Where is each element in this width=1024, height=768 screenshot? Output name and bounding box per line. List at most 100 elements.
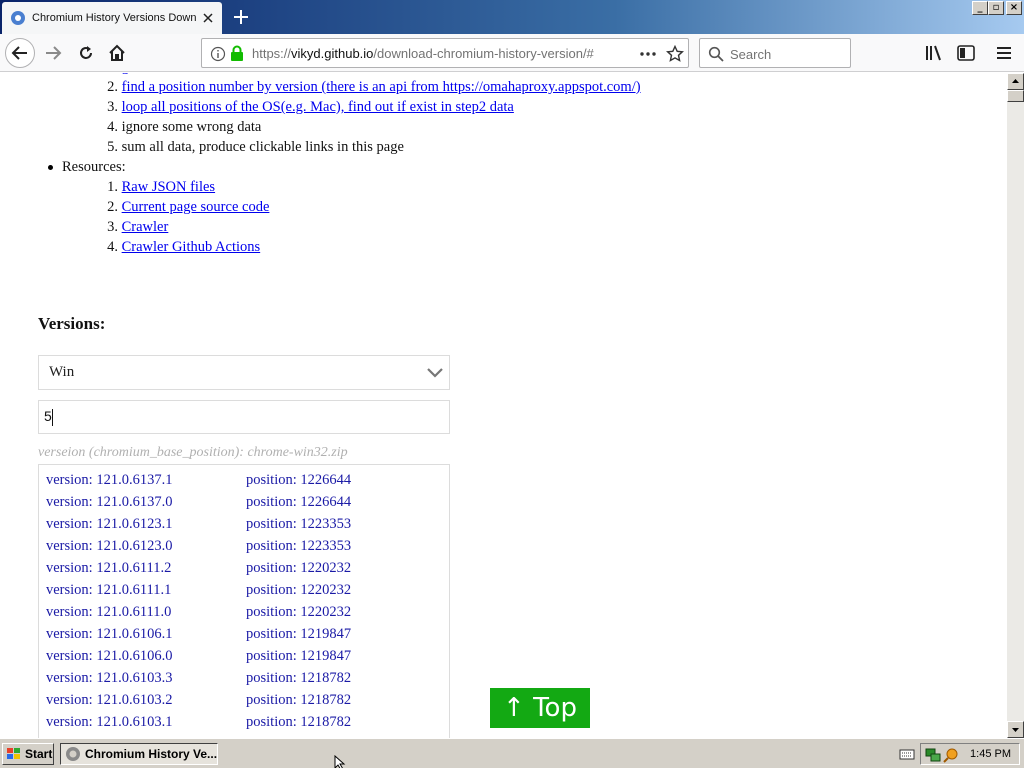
resource-link[interactable]: Raw JSON files (122, 179, 215, 195)
result-row[interactable]: version: 121.0.6123.1 position: 1223353 (39, 516, 449, 538)
page-favicon-icon (11, 11, 25, 25)
resource-link[interactable]: Current page source code (122, 199, 270, 215)
close-window-button[interactable]: × (1006, 1, 1022, 15)
search-box[interactable] (699, 38, 851, 68)
os-select[interactable]: Win (38, 355, 450, 390)
result-version[interactable]: version: 121.0.6103.1 (46, 714, 172, 731)
resource-number: 1. (107, 179, 118, 195)
version-search-input[interactable]: 5 (38, 400, 450, 434)
result-version[interactable]: version: 121.0.6111.2 (46, 560, 171, 577)
result-position[interactable]: position: 1226644 (246, 494, 351, 511)
scroll-down-button[interactable] (1007, 721, 1024, 738)
resource-number: 3. (107, 219, 118, 235)
scrollbar-thumb[interactable] (1007, 90, 1024, 102)
result-position[interactable]: position: 1223353 (246, 538, 351, 555)
taskbar: Start Chromium History Ve... 1:45 PM (0, 738, 1024, 768)
sidebar-icon[interactable] (957, 45, 975, 61)
address-bar[interactable]: https://vikyd.github.io/download-chromiu… (201, 38, 689, 68)
back-arrow-icon (11, 46, 27, 60)
result-version[interactable]: version: 121.0.6137.0 (46, 494, 172, 511)
info-icon[interactable] (210, 46, 226, 62)
resource-number: 4. (107, 239, 118, 255)
resource-item: 4. Crawler Github Actions (102, 237, 641, 257)
network-icon[interactable] (925, 747, 941, 763)
step-item: 5. sum all data, produce clickable links… (102, 137, 641, 157)
step-number: 2. (107, 79, 118, 95)
result-version[interactable]: version: 121.0.6106.0 (46, 648, 172, 665)
resource-item: 1. Raw JSON files (102, 177, 641, 197)
result-row[interactable]: version: 121.0.6103.3 position: 1218782 (39, 670, 449, 692)
scroll-up-button[interactable] (1007, 73, 1024, 90)
security-shield-icon[interactable] (943, 747, 959, 763)
result-version[interactable]: version: 121.0.6111.0 (46, 604, 171, 621)
start-label: Start (25, 747, 53, 761)
restore-window-button[interactable]: ▫ (988, 1, 1004, 15)
result-version[interactable]: version: 121.0.6123.1 (46, 516, 172, 533)
result-position[interactable]: position: 1218782 (246, 714, 351, 731)
result-position[interactable]: position: 1223353 (246, 516, 351, 533)
vertical-scrollbar[interactable] (1007, 73, 1024, 738)
result-version[interactable]: version: 121.0.6106.1 (46, 626, 172, 643)
windows-logo-icon (7, 748, 20, 759)
info-list: 1. get all versions 2. find a position nu… (48, 73, 641, 257)
scroll-down-arrow-icon (1012, 728, 1019, 732)
result-row[interactable]: version: 121.0.6103.1 position: 1218782 (39, 714, 449, 736)
new-tab-icon[interactable] (229, 5, 253, 29)
home-icon (109, 44, 125, 61)
result-version[interactable]: version: 121.0.6103.2 (46, 692, 172, 709)
url-path: /download-chromium-history-version/# (373, 46, 594, 61)
result-version[interactable]: version: 121.0.6103.3 (46, 670, 172, 687)
result-row[interactable]: version: 121.0.6123.0 position: 1223353 (39, 538, 449, 560)
step-item: 4. ignore some wrong data (102, 117, 641, 137)
result-position[interactable]: position: 1220232 (246, 560, 351, 577)
title-bar: Chromium History Versions Downlo _ ▫ × (0, 0, 1024, 34)
result-version[interactable]: version: 121.0.6123.0 (46, 538, 172, 555)
clock: 1:45 PM (970, 748, 1011, 760)
result-row[interactable]: version: 121.0.6137.0 position: 1226644 (39, 494, 449, 516)
result-position[interactable]: position: 1220232 (246, 604, 351, 621)
result-position[interactable]: position: 1219847 (246, 626, 351, 643)
back-to-top-button[interactable]: ↑ Top (490, 688, 590, 728)
resource-link[interactable]: Crawler (122, 219, 169, 235)
result-position[interactable]: position: 1219847 (246, 648, 351, 665)
bookmark-star-icon[interactable] (666, 45, 684, 63)
resources-item: Resources: 1. Raw JSON files 2. Current p… (48, 157, 641, 257)
result-version[interactable]: version: 121.0.6111.1 (46, 582, 171, 599)
resource-link[interactable]: Crawler Github Actions (122, 239, 261, 255)
scroll-up-arrow-icon (1012, 79, 1019, 83)
library-icon[interactable] (925, 45, 943, 61)
minimize-window-button[interactable]: _ (972, 1, 988, 15)
resource-item: 2. Current page source code (102, 197, 641, 217)
browser-tab[interactable]: Chromium History Versions Downlo (2, 2, 222, 34)
step-link[interactable]: get all versions (122, 73, 210, 75)
result-row[interactable]: version: 121.0.6137.1 position: 1226644 (39, 472, 449, 494)
result-row[interactable]: version: 121.0.6111.0 position: 1220232 (39, 604, 449, 626)
keyboard-icon[interactable] (899, 747, 915, 761)
taskbar-window-item[interactable]: Chromium History Ve... (60, 743, 218, 765)
forward-button[interactable] (39, 39, 67, 67)
close-tab-icon[interactable] (200, 10, 216, 26)
step-item: 2. find a position number by version (th… (102, 77, 641, 97)
back-button[interactable] (5, 38, 35, 68)
bullet (48, 165, 53, 170)
result-position[interactable]: position: 1218782 (246, 670, 351, 687)
step-link[interactable]: loop all positions of the OS(e.g. Mac), … (122, 99, 514, 115)
page-actions-icon[interactable] (639, 46, 657, 62)
result-position[interactable]: position: 1220232 (246, 582, 351, 599)
result-version[interactable]: version: 121.0.6137.1 (46, 472, 172, 489)
resources-label: Resources: (62, 159, 126, 175)
result-row[interactable]: version: 121.0.6106.1 position: 1219847 (39, 626, 449, 648)
results-panel[interactable]: version: 121.0.6137.1 position: 1226644 ve… (38, 464, 450, 738)
search-input[interactable] (730, 45, 845, 63)
result-position[interactable]: position: 1226644 (246, 472, 351, 489)
result-row[interactable]: version: 121.0.6111.2 position: 1220232 (39, 560, 449, 582)
hamburger-menu-icon[interactable] (996, 45, 1012, 61)
start-button[interactable]: Start (2, 743, 54, 765)
home-button[interactable] (103, 39, 131, 67)
reload-button[interactable] (72, 39, 100, 67)
result-row[interactable]: version: 121.0.6103.2 position: 1218782 (39, 692, 449, 714)
result-row[interactable]: version: 121.0.6106.0 position: 1219847 (39, 648, 449, 670)
result-row[interactable]: version: 121.0.6111.1 position: 1220232 (39, 582, 449, 604)
step-link[interactable]: find a position number by version (there… (122, 79, 641, 95)
result-position[interactable]: position: 1218782 (246, 692, 351, 709)
